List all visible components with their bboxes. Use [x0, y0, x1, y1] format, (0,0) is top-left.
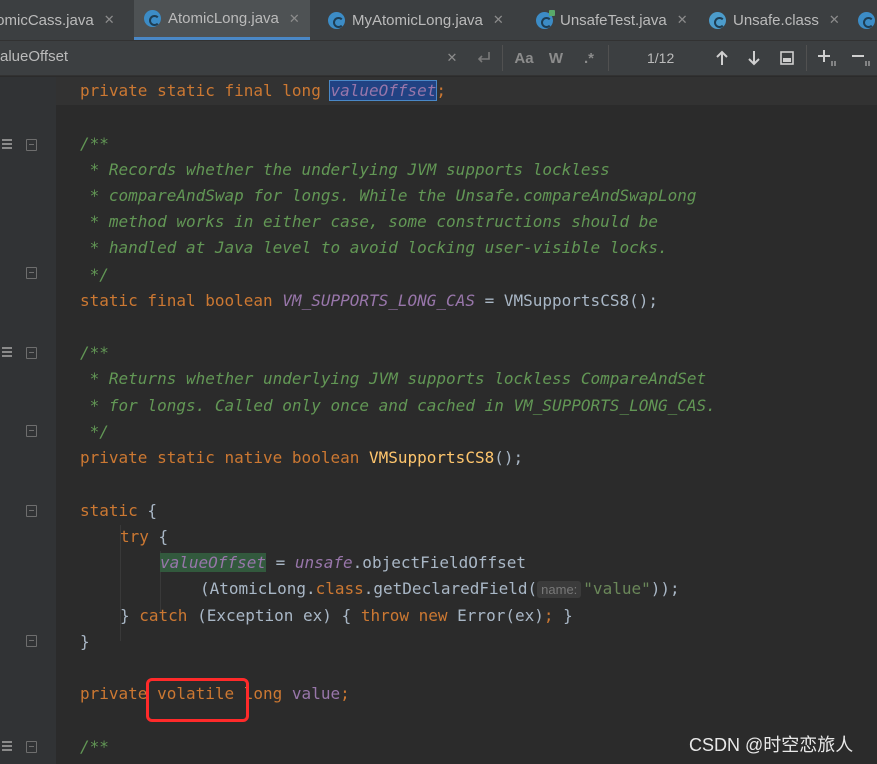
select-all-occurrences-icon[interactable]	[777, 47, 797, 69]
tab-atomiclong[interactable]: AtomicLong.java ✕	[134, 0, 310, 40]
search-match-current: valueOffset	[329, 80, 438, 101]
code-line: (AtomicLong.class.getDeclaredField(name:…	[200, 579, 680, 598]
code-line: }	[80, 632, 90, 651]
search-match: valueOffset	[160, 553, 266, 572]
fold-icon[interactable]	[26, 635, 37, 647]
search-input[interactable]: alueOffset	[0, 48, 68, 65]
java-class-icon	[144, 10, 161, 27]
code-line: * Records whether the underlying JVM sup…	[80, 160, 610, 179]
close-icon[interactable]: ✕	[444, 47, 460, 69]
regex-toggle[interactable]: .*	[578, 47, 600, 69]
editor-gutter	[0, 77, 56, 764]
add-selection-icon[interactable]	[816, 47, 840, 69]
tab-label: tomicCass.java	[0, 11, 94, 29]
close-icon[interactable]: ✕	[493, 12, 504, 28]
remove-selection-icon[interactable]	[850, 47, 874, 69]
tab-unsafetest[interactable]: UnsafeTest.java ✕	[536, 0, 688, 40]
java-class-icon	[858, 11, 875, 29]
code-line: * compareAndSwap for longs. While the Un…	[80, 186, 697, 205]
return-icon[interactable]	[474, 47, 494, 69]
fold-icon[interactable]	[26, 139, 37, 151]
separator	[502, 45, 503, 71]
tab-overflow[interactable]	[858, 0, 877, 40]
tab-label: AtomicLong.java	[168, 10, 279, 27]
match-count: 1/12	[647, 50, 675, 66]
code-line: valueOffset = unsafe.objectFieldOffset	[160, 553, 527, 572]
arrow-down-icon[interactable]	[744, 47, 764, 69]
fold-icon[interactable]	[26, 505, 37, 517]
separator	[806, 45, 807, 71]
doc-comment-icon	[2, 741, 12, 753]
fold-icon[interactable]	[26, 741, 37, 753]
java-runnable-class-icon	[536, 9, 555, 29]
code-line: static final boolean VM_SUPPORTS_LONG_CA…	[80, 291, 658, 310]
find-bar: alueOffset ✕ Aa W .* 1/12	[0, 41, 877, 76]
doc-comment-icon	[2, 139, 12, 151]
separator	[608, 45, 609, 71]
code-line: /**	[80, 134, 109, 153]
close-icon[interactable]: ✕	[829, 12, 840, 28]
java-class-icon	[328, 11, 345, 29]
code-line: /**	[80, 737, 109, 756]
fold-icon[interactable]	[26, 425, 37, 437]
volatile-highlight-box	[146, 678, 249, 722]
arrow-up-icon[interactable]	[712, 47, 732, 69]
tab-label: Unsafe.class	[733, 11, 819, 29]
tab-atomiccass[interactable]: tomicCass.java ✕	[0, 0, 115, 40]
code-line: * handled at Java level to avoid locking…	[80, 238, 668, 257]
doc-comment-icon	[2, 347, 12, 359]
code-line: } catch (Exception ex) { throw new Error…	[120, 606, 573, 625]
tab-myatomiclong[interactable]: MyAtomicLong.java ✕	[328, 0, 504, 40]
code-line: */	[80, 265, 109, 284]
tab-label: MyAtomicLong.java	[352, 11, 483, 29]
code-editor[interactable]: private static final long valueOffset; /…	[0, 77, 877, 764]
code-line: * for longs. Called only once and cached…	[80, 396, 716, 415]
fold-icon[interactable]	[26, 267, 37, 279]
code-line: private static native boolean VMSupports…	[80, 448, 524, 467]
tab-unsafe-class[interactable]: Unsafe.class ✕	[709, 0, 840, 40]
match-case-toggle[interactable]: Aa	[512, 47, 536, 69]
parameter-hint: name:	[537, 581, 582, 598]
editor-tab-bar: tomicCass.java ✕ AtomicLong.java ✕ MyAto…	[0, 0, 877, 41]
code-line: /**	[80, 343, 109, 362]
class-file-icon	[709, 11, 726, 29]
code-line: private static final long valueOffset;	[80, 80, 447, 101]
tab-label: UnsafeTest.java	[560, 11, 667, 29]
close-icon[interactable]: ✕	[104, 12, 115, 28]
code-line: * Returns whether underlying JVM support…	[80, 369, 707, 388]
close-icon[interactable]: ✕	[289, 11, 300, 27]
code-line: * method works in either case, some cons…	[80, 212, 658, 231]
fold-icon[interactable]	[26, 347, 37, 359]
close-icon[interactable]: ✕	[677, 12, 688, 28]
watermark: CSDN @时空恋旅人	[689, 735, 854, 755]
code-line: static {	[80, 501, 158, 520]
code-line: */	[80, 422, 109, 441]
whole-words-toggle[interactable]: W	[545, 47, 567, 69]
code-line: try {	[120, 527, 169, 546]
